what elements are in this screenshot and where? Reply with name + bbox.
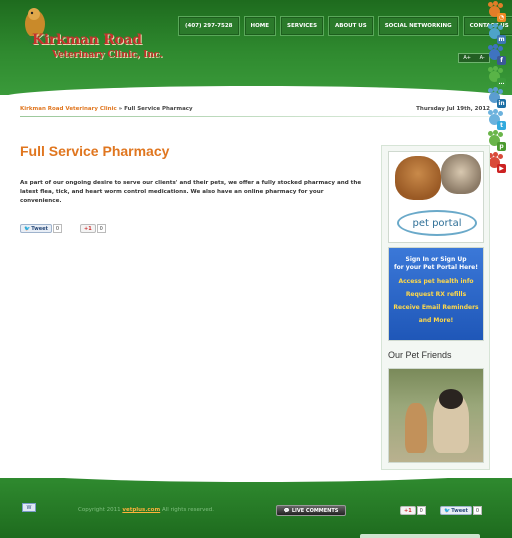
facebook-icon[interactable]: f <box>486 44 506 65</box>
paw-toe-icon <box>498 67 503 73</box>
pet-friends-photo[interactable] <box>388 368 484 463</box>
footer <box>0 478 512 538</box>
nav-home[interactable]: HOME <box>243 16 277 36</box>
current-date: Thursday Jul 19th, 2012 <box>416 106 490 112</box>
plaxo-icon-glyph: p <box>497 142 506 151</box>
tweet-share: 🐦 Tweet 0 <box>20 224 63 233</box>
footer-gplus-share: +1 0 <box>400 506 426 515</box>
vetplus-link[interactable]: vetplus.com <box>122 507 160 513</box>
signup-heading: Sign In or Sign Up <box>405 256 467 263</box>
footer-tweet-share: 🐦 Tweet 0 <box>440 506 483 515</box>
paw-toe-icon <box>498 89 503 94</box>
comment-icon: 💬 <box>283 507 290 514</box>
linkedin-icon-glyph: in <box>497 99 506 108</box>
pug-face-shape <box>439 389 463 409</box>
page-title: Full Service Pharmacy <box>20 143 170 159</box>
paw-toe-icon <box>498 110 503 116</box>
nav-social-networking[interactable]: SOCIAL NETWORKING <box>377 16 459 36</box>
intro-text: As part of our ongoing desire to serve o… <box>20 180 362 204</box>
clinic-name: Kirkman Road <box>32 32 142 48</box>
breadcrumb-current: Full Service Pharmacy <box>124 106 193 112</box>
small-dog-shape <box>405 403 427 453</box>
twitter-icon[interactable]: t <box>486 108 506 130</box>
pet-portal-logo: pet portal <box>397 210 477 236</box>
tweet-label: Tweet <box>31 225 48 232</box>
signup-link[interactable]: and More! <box>389 317 483 324</box>
twitter-bird-icon: 🐦 <box>444 507 451 514</box>
live-comments-button[interactable]: 💬 LIVE COMMENTS <box>276 505 346 516</box>
pet-friends-title: Our Pet Friends <box>388 350 452 360</box>
tweet-count: 0 <box>52 224 63 233</box>
dog-photo <box>395 156 441 200</box>
copyright-prefix: Copyright 2011 <box>78 507 123 513</box>
gplus-share: +1 0 <box>80 224 106 233</box>
paw-toe-icon <box>498 132 503 137</box>
twitter-icon-glyph: t <box>497 120 506 130</box>
myspace-icon[interactable]: m <box>486 22 506 44</box>
feed-icon[interactable]: W <box>22 503 36 512</box>
nav-phone[interactable]: (407) 297-7528 <box>178 16 240 36</box>
footer-strip <box>360 534 480 538</box>
breadcrumb-divider <box>20 116 490 117</box>
twitter-bird-icon: 🐦 <box>24 225 31 232</box>
tweet-button[interactable]: 🐦 Tweet <box>20 224 52 233</box>
live-comments-label: LIVE COMMENTS <box>291 507 339 514</box>
pet-portal-signup[interactable]: Sign In or Sign Up for your Pet Portal H… <box>388 247 484 341</box>
rss-icon-glyph: ◔ <box>497 13 506 22</box>
gplus-count: 0 <box>96 224 106 233</box>
rss-icon[interactable]: ◔ <box>486 1 506 22</box>
decrease-text-icon[interactable]: A- <box>480 55 485 61</box>
increase-text-icon[interactable]: A+ <box>463 55 471 61</box>
signup-link[interactable]: Access pet health info <box>389 278 483 285</box>
linkedin-icon[interactable]: in <box>486 87 506 108</box>
signup-link[interactable]: Request RX refills <box>389 291 483 298</box>
copyright-suffix: All rights reserved. <box>160 507 214 513</box>
cat-photo <box>441 154 481 194</box>
chat-icon[interactable]: … <box>486 65 506 87</box>
footer-tweet-label: Tweet <box>451 507 468 514</box>
clinic-logo[interactable]: Kirkman Road Veterinary Clinic, Inc. <box>20 4 182 70</box>
sidebar: pet portal Sign In or Sign Up for your P… <box>381 145 490 470</box>
signup-subheading: for your Pet Portal Here! <box>394 264 478 271</box>
copyright: Copyright 2011 vetplus.com All rights re… <box>78 507 214 513</box>
footer-tweet-button[interactable]: 🐦 Tweet <box>440 506 472 515</box>
footer-gplus-count: 0 <box>416 506 426 515</box>
myspace-icon-glyph: m <box>497 34 506 44</box>
clinic-subtitle: Veterinary Clinic, Inc. <box>52 50 163 60</box>
nav-services[interactable]: SERVICES <box>280 16 325 36</box>
footer-gplus-button[interactable]: +1 <box>400 506 416 515</box>
breadcrumb-home-link[interactable]: Kirkman Road Veterinary Clinic <box>20 106 117 112</box>
breadcrumb: Kirkman Road Veterinary Clinic » Full Se… <box>20 106 193 112</box>
paw-toe-icon <box>498 3 503 8</box>
youtube-icon-glyph: ▶ <box>497 163 506 173</box>
paw-toe-icon <box>498 24 503 30</box>
paw-toe-icon <box>498 153 503 159</box>
main-nav: (407) 297-7528 HOME SERVICES ABOUT US SOCIAL… <box>178 16 512 36</box>
nav-about-us[interactable]: ABOUT US <box>328 16 374 36</box>
footer-tweet-count: 0 <box>472 506 483 515</box>
pet-portal-banner[interactable]: pet portal <box>388 151 484 243</box>
facebook-icon-glyph: f <box>497 56 506 65</box>
gplus-button[interactable]: +1 <box>80 224 96 233</box>
chat-icon-glyph: … <box>497 77 506 87</box>
signup-link[interactable]: Receive Email Reminders <box>389 304 483 311</box>
breadcrumb-separator: » <box>118 106 123 112</box>
paw-toe-icon <box>498 46 503 51</box>
